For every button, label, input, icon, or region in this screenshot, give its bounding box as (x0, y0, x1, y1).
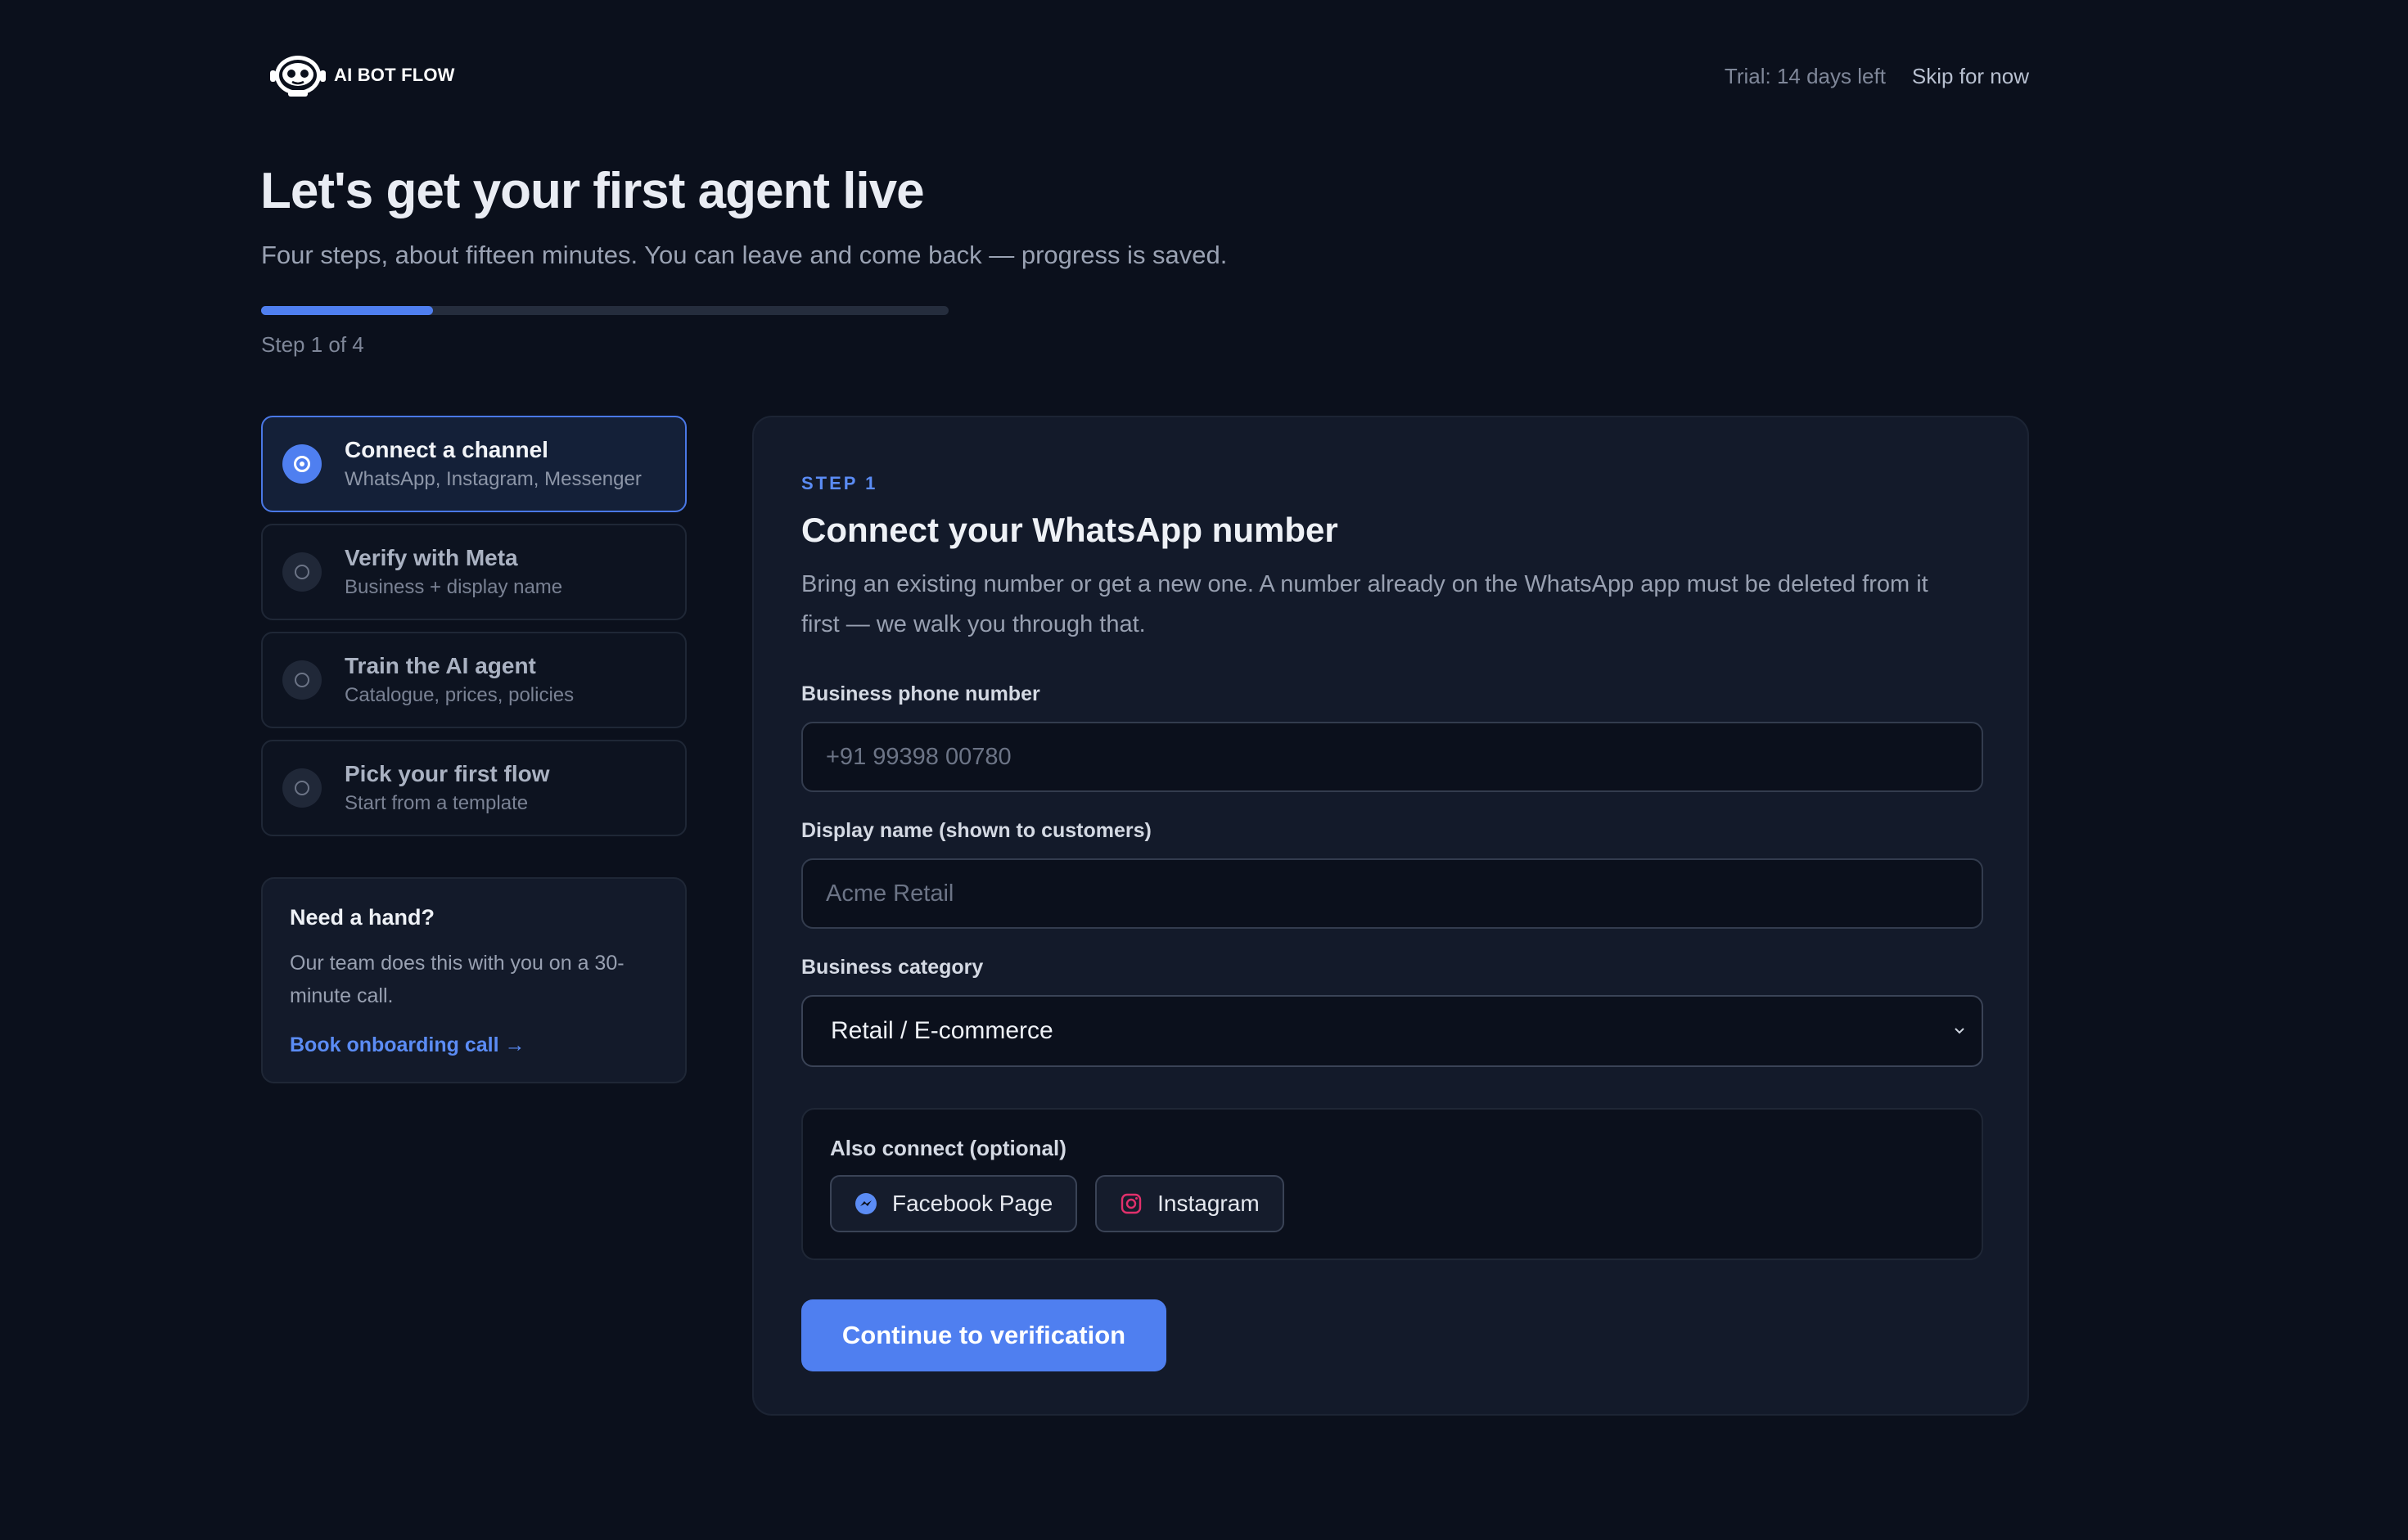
business-category-value: Retail / E-commerce (831, 1017, 1053, 1044)
page-title: Let's get your first agent live (260, 163, 925, 219)
step-item-connect-channel[interactable]: Connect a channel WhatsApp, Instagram, M… (261, 416, 687, 512)
brand-name: AI BOT FLOW (334, 65, 455, 85)
facebook-page-label: Facebook Page (892, 1191, 1053, 1216)
steps-list: Connect a channel WhatsApp, Instagram, M… (261, 416, 687, 836)
step-title: Verify with Meta (345, 545, 518, 570)
step-counter: Step 1 of 4 (261, 332, 364, 357)
header-actions: Trial: 14 days left Skip for now (1725, 64, 2029, 89)
chevron-down-icon (1955, 1028, 1964, 1034)
help-title: Need a hand? (290, 905, 435, 930)
step-item-pick-flow[interactable]: Pick your first flow Start from a templa… (261, 740, 687, 836)
optional-channels-title: Also connect (optional) (830, 1136, 1066, 1160)
instagram-button[interactable]: Instagram (1095, 1175, 1284, 1232)
messenger-icon (855, 1193, 877, 1214)
help-card: Need a hand? Our team does this with you… (261, 877, 687, 1083)
step-subtitle: WhatsApp, Instagram, Messenger (345, 468, 642, 490)
step-status-icon (282, 552, 322, 592)
optional-channels-panel: Also connect (optional) Facebook Page In… (801, 1108, 1983, 1260)
skip-link[interactable]: Skip for now (1912, 64, 2029, 89)
progress-bar (261, 306, 949, 315)
continue-to-verification-button[interactable]: Continue to verification (801, 1299, 1166, 1371)
business-phone-input[interactable] (801, 722, 1983, 792)
display-name-label: Display name (shown to customers) (801, 819, 1152, 842)
help-body: Our team does this with you on a 30-minu… (290, 952, 625, 1007)
step-item-train-agent[interactable]: Train the AI agent Catalogue, prices, po… (261, 632, 687, 728)
instagram-label: Instagram (1157, 1191, 1260, 1216)
phone-label: Business phone number (801, 682, 1040, 705)
connect-whatsapp-card: STEP 1 Connect your WhatsApp number Brin… (752, 416, 2029, 1416)
facebook-page-button[interactable]: Facebook Page (830, 1175, 1078, 1232)
step-status-icon (282, 660, 322, 700)
step-subtitle: Catalogue, prices, policies (345, 684, 575, 706)
step-subtitle: Start from a template (345, 792, 529, 814)
trial-status: Trial: 14 days left (1724, 64, 1886, 88)
robot-logo-icon (270, 56, 326, 97)
onboarding-page: AI BOT FLOW Trial: 14 days left Skip for… (0, 0, 2408, 1540)
category-label: Business category (801, 956, 984, 979)
business-category-select[interactable]: Retail / E-commerce (801, 995, 1983, 1067)
page-subtitle: Four steps, about fifteen minutes. You c… (261, 241, 1228, 269)
step-title: Connect a channel (345, 437, 548, 462)
step-status-icon (282, 444, 322, 484)
card-description: Bring an existing number or get a new on… (801, 571, 1928, 637)
progress-bar-fill (261, 306, 433, 315)
step-item-verify-meta[interactable]: Verify with Meta Business + display name (261, 524, 687, 620)
card-title: Connect your WhatsApp number (801, 511, 1338, 549)
step-title: Train the AI agent (345, 653, 536, 678)
display-name-input[interactable] (801, 858, 1983, 929)
step-subtitle: Business + display name (345, 576, 563, 598)
step-title: Pick your first flow (345, 761, 550, 786)
step-eyebrow: STEP 1 (801, 473, 878, 493)
instagram-icon (1121, 1193, 1142, 1214)
brand-logo[interactable]: AI BOT FLOW (267, 52, 455, 98)
step-status-icon (282, 768, 322, 808)
book-onboarding-call-link[interactable]: Book onboarding call → (290, 1033, 525, 1057)
